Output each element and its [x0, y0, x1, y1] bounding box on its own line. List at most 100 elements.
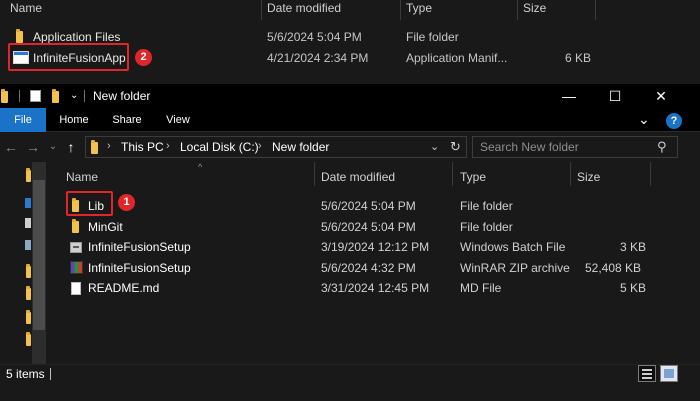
refresh-icon[interactable]: ↻	[450, 139, 461, 155]
breadcrumb-separator[interactable]: ›	[107, 140, 111, 152]
navigation-pane	[0, 162, 48, 364]
search-icon[interactable]: ⚲	[657, 139, 667, 155]
file-list: ^ Name Date modified Type Size Lib 5/6/2…	[48, 162, 688, 364]
maximize-button[interactable]: ☐	[592, 84, 638, 108]
file-size: 52,408 KB	[585, 261, 642, 275]
back-button[interactable]: ←	[2, 138, 20, 156]
desktop-icon[interactable]	[25, 198, 31, 208]
status-bar: 5 items	[0, 364, 700, 401]
properties-icon[interactable]	[30, 90, 41, 102]
folder-icon[interactable]	[26, 332, 31, 346]
column-divider[interactable]	[595, 0, 596, 20]
file-name: Application Files	[33, 30, 121, 44]
file-name: InfiniteFusionSetup	[88, 261, 191, 275]
file-date: 4/21/2024 2:34 PM	[267, 51, 369, 65]
file-date: 3/31/2024 12:45 PM	[321, 281, 430, 295]
window-title: New folder	[93, 89, 151, 103]
column-divider[interactable]	[400, 0, 401, 20]
file-size: 5 KB	[620, 281, 647, 295]
scrollbar-thumb[interactable]	[33, 180, 45, 330]
file-date: 5/6/2024 5:04 PM	[267, 30, 362, 44]
breadcrumb-new-folder[interactable]: New folder	[272, 140, 329, 154]
document-icon	[71, 282, 81, 295]
content-scrollbar[interactable]	[688, 162, 700, 364]
column-divider[interactable]	[452, 162, 453, 186]
breadcrumb-separator[interactable]: ›	[166, 140, 170, 152]
breadcrumb-separator[interactable]: ›	[258, 140, 262, 152]
column-header-name[interactable]: Name	[10, 0, 42, 20]
up-button[interactable]: ↑	[62, 138, 80, 156]
ribbon-tabs: File Home Share View ⌄ ?	[0, 108, 700, 132]
minimize-button[interactable]: —	[546, 84, 592, 108]
column-header-type[interactable]: Type	[406, 0, 432, 20]
details-view-button[interactable]	[638, 365, 656, 382]
column-header-size[interactable]: Size	[577, 170, 600, 184]
search-input[interactable]: Search New folder	[480, 140, 579, 154]
search-box[interactable]: Search New folder ⚲	[472, 136, 678, 158]
file-name: MinGit	[88, 220, 123, 234]
documents-icon[interactable]	[25, 240, 31, 250]
tab-share[interactable]: Share	[104, 108, 150, 132]
forward-button[interactable]: →	[24, 138, 42, 156]
file-type: MD File	[460, 281, 502, 295]
file-type: File folder	[460, 220, 513, 234]
breadcrumb-local-disk[interactable]: Local Disk (C:)	[180, 140, 259, 154]
downloads-icon[interactable]	[25, 218, 31, 228]
file-explorer-window: ⌄ New folder — ☐ ✕ File Home Share View …	[0, 84, 700, 401]
toolbar-divider	[19, 90, 20, 102]
batch-file-icon	[70, 242, 82, 253]
close-button[interactable]: ✕	[638, 84, 684, 108]
expand-ribbon-icon[interactable]: ⌄	[638, 111, 650, 128]
column-header-date[interactable]: Date modified	[267, 0, 341, 20]
address-dropdown-icon[interactable]: ⌄	[430, 140, 439, 153]
column-header-date[interactable]: Date modified	[321, 170, 395, 184]
toolbar-divider	[84, 90, 85, 102]
folder-icon[interactable]	[26, 286, 31, 300]
column-divider[interactable]	[570, 162, 571, 186]
folder-icon[interactable]	[26, 310, 31, 324]
file-date: 5/6/2024 4:32 PM	[321, 261, 416, 275]
highlight-box	[66, 191, 113, 216]
highlight-box	[8, 43, 129, 71]
large-icons-view-button[interactable]	[660, 365, 678, 382]
column-divider[interactable]	[650, 162, 651, 186]
folder-icon	[1, 89, 8, 103]
file-name: InfiniteFusionSetup	[88, 240, 191, 254]
file-date: 3/19/2024 12:12 PM	[321, 240, 430, 254]
zip-archive-icon	[70, 261, 83, 274]
column-header-type[interactable]: Type	[460, 170, 486, 184]
sort-indicator-icon: ^	[198, 162, 203, 172]
column-divider[interactable]	[314, 162, 315, 186]
new-folder-icon[interactable]	[52, 89, 59, 103]
tab-home[interactable]: Home	[52, 108, 96, 132]
column-divider[interactable]	[517, 0, 518, 20]
file-type: Windows Batch File	[460, 240, 566, 254]
step-number-badge: 2	[135, 49, 152, 66]
step-number-badge: 1	[118, 194, 135, 211]
file-name: README.md	[88, 281, 160, 295]
column-header-size[interactable]: Size	[523, 0, 546, 20]
folder-icon	[16, 29, 23, 43]
folder-icon	[91, 140, 98, 154]
tab-file[interactable]: File	[0, 108, 46, 132]
help-icon[interactable]: ?	[666, 113, 682, 129]
breadcrumb-this-pc[interactable]: This PC	[121, 140, 164, 154]
file-date: 5/6/2024 5:04 PM	[321, 220, 416, 234]
background-file-list: Name Date modified Type Size Application…	[0, 0, 700, 84]
folder-icon	[72, 219, 79, 233]
address-bar[interactable]: › This PC › Local Disk (C:) › New folder…	[85, 136, 467, 158]
folder-icon[interactable]	[26, 168, 31, 182]
column-divider[interactable]	[261, 0, 262, 20]
file-size: 6 KB	[565, 51, 592, 65]
file-type: WinRAR ZIP archive	[460, 261, 570, 275]
recent-locations-button[interactable]: ⌄	[44, 138, 62, 156]
column-header-name[interactable]: Name	[66, 170, 98, 184]
item-count: 5 items	[6, 367, 45, 381]
file-type: File folder	[460, 199, 513, 213]
file-type: Application Manif...	[406, 51, 508, 65]
folder-icon[interactable]	[26, 264, 31, 278]
title-bar: ⌄ New folder — ☐ ✕	[0, 84, 700, 108]
file-type: File folder	[406, 30, 459, 44]
customize-quick-access-icon[interactable]: ⌄	[70, 90, 78, 101]
tab-view[interactable]: View	[156, 108, 200, 132]
